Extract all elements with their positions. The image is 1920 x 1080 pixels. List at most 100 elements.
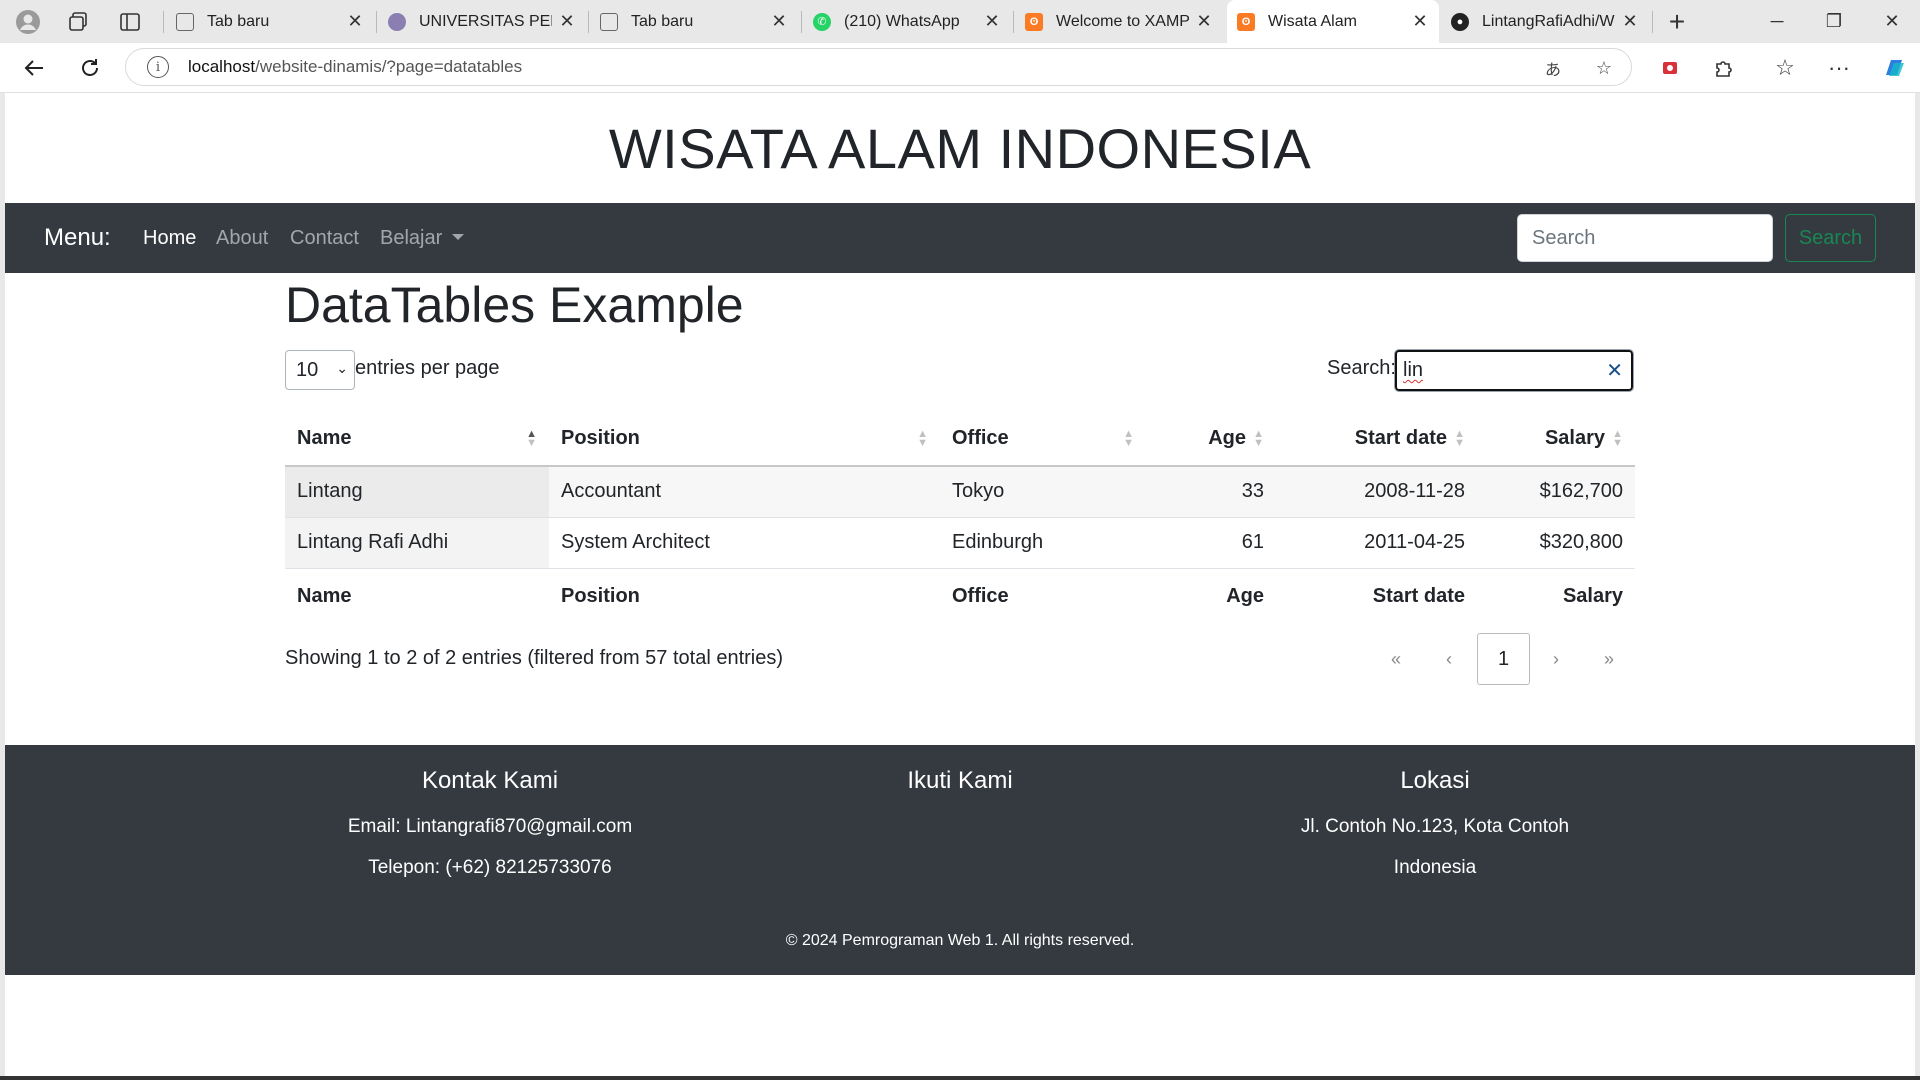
address-bar[interactable]: i localhost/website-dinamis/?page=datata… bbox=[125, 48, 1632, 86]
whatsapp-icon: ✆ bbox=[813, 12, 831, 31]
xampp-icon: ʘ bbox=[1237, 12, 1255, 31]
column-header-salary[interactable]: Salary ▲ ▼ bbox=[1477, 412, 1635, 466]
tab-title: LintangRafiAdhi/We bbox=[1482, 12, 1615, 30]
read-aloud-icon[interactable]: あ bbox=[1540, 55, 1566, 81]
sort-icon: ▲ ▼ bbox=[1123, 427, 1134, 449]
navbar-brand: Menu: bbox=[44, 224, 111, 251]
footer-phone: Telepon: (+62) 82125733076 bbox=[368, 857, 612, 878]
column-header-office[interactable]: Office ▲ ▼ bbox=[940, 412, 1146, 466]
column-header-age[interactable]: Age ▲ ▼ bbox=[1146, 412, 1276, 466]
close-window-icon[interactable]: ✕ bbox=[1864, 0, 1920, 43]
cell-start-date: 2011-04-25 bbox=[1364, 531, 1465, 553]
column-header-position[interactable]: Position ▲ ▼ bbox=[549, 412, 940, 466]
sort-icon: ▲ ▼ bbox=[1253, 427, 1264, 449]
footer-label-salary: Salary bbox=[1562, 585, 1623, 608]
close-tab-icon[interactable]: ✕ bbox=[1195, 11, 1213, 32]
footer-label-name: Name bbox=[297, 585, 352, 608]
footer-location: Lokasi Jl. Contoh No.123, Kota Contoh In… bbox=[1197, 745, 1673, 879]
browser-tab-active[interactable]: ʘ Wisata Alam ✕ bbox=[1227, 0, 1439, 43]
close-tab-icon[interactable]: ✕ bbox=[558, 11, 576, 32]
vertical-tabs-icon[interactable] bbox=[110, 8, 150, 36]
cell-name: Lintang bbox=[285, 466, 549, 517]
nav-dropdown-belajar[interactable]: Belajar bbox=[380, 203, 465, 273]
site-info-icon[interactable]: i bbox=[147, 56, 169, 78]
footer-label-office: Office bbox=[952, 585, 1009, 608]
workspaces-icon[interactable] bbox=[58, 8, 98, 36]
table-header-row: Name ▲ ▼ Position ▲ ▼ Office ▲ ▼ Age ▲ ▼ Start d… bbox=[285, 412, 1635, 466]
tab-title: Wisata Alam bbox=[1268, 12, 1357, 30]
column-header-name[interactable]: Name ▲ ▼ bbox=[285, 412, 549, 466]
university-icon bbox=[388, 12, 406, 31]
table-row: Lintang Accountant Tokyo 33 2008-11-28 $… bbox=[285, 466, 1635, 517]
entries-per-page-select[interactable]: 10 ⌄ bbox=[285, 350, 355, 390]
navbar-search-button[interactable]: Search bbox=[1785, 214, 1876, 262]
footer-label-position: Position bbox=[561, 585, 640, 608]
nav-link-contact[interactable]: Contact bbox=[290, 203, 359, 273]
browser-tab-5[interactable]: ʘ Welcome to XAMPP ✕ bbox=[1015, 0, 1223, 43]
pagination-last-button[interactable]: » bbox=[1588, 633, 1630, 685]
close-tab-icon[interactable]: ✕ bbox=[983, 11, 1001, 32]
footer-heading: Lokasi bbox=[1400, 767, 1470, 794]
close-tab-icon[interactable]: ✕ bbox=[1411, 11, 1429, 32]
footer-copyright: © 2024 Pemrograman Web 1. All rights res… bbox=[785, 932, 1135, 949]
browser-tab-7[interactable]: ● LintangRafiAdhi/We ✕ bbox=[1441, 0, 1649, 43]
footer-label-age: Age bbox=[1226, 585, 1264, 608]
footer-follow: Ikuti Kami bbox=[722, 745, 1198, 797]
browser-tab-strip: Tab baru ✕ UNIVERSITAS PELITA ✕ Tab baru… bbox=[0, 0, 1920, 43]
back-icon[interactable] bbox=[18, 52, 50, 84]
close-tab-icon[interactable]: ✕ bbox=[770, 11, 788, 32]
data-table: Name ▲ ▼ Position ▲ ▼ Office ▲ ▼ Age ▲ ▼ Start d… bbox=[285, 412, 1635, 625]
extension-icon[interactable] bbox=[1654, 52, 1686, 84]
cell-office: Edinburgh bbox=[952, 531, 1044, 553]
cell-name: Lintang Rafi Adhi bbox=[285, 517, 549, 568]
pagination-page-button[interactable]: 1 bbox=[1477, 633, 1530, 685]
browser-tab-2[interactable]: UNIVERSITAS PELITA ✕ bbox=[378, 0, 586, 43]
url-text[interactable]: localhost/website-dinamis/?page=datatabl… bbox=[188, 57, 522, 77]
cell-age: 61 bbox=[1241, 531, 1264, 553]
copilot-icon[interactable] bbox=[1878, 52, 1910, 84]
extensions-puzzle-icon[interactable] bbox=[1708, 52, 1740, 84]
close-tab-icon[interactable]: ✕ bbox=[346, 11, 364, 32]
pagination-next-button[interactable]: › bbox=[1535, 633, 1577, 685]
nav-dropdown-label: Belajar bbox=[380, 227, 443, 249]
favorites-icon[interactable]: ☆ bbox=[1769, 52, 1801, 84]
column-header-label: Start date bbox=[1354, 427, 1447, 449]
site-footer: Kontak Kami Email: Lintangrafi870@gmail.… bbox=[5, 745, 1915, 975]
nav-link-home[interactable]: Home bbox=[143, 203, 196, 273]
restore-icon[interactable]: ❐ bbox=[1806, 0, 1862, 43]
column-header-start-date[interactable]: Start date ▲ ▼ bbox=[1276, 412, 1477, 466]
window-edge bbox=[1915, 93, 1920, 1080]
footer-contact: Kontak Kami Email: Lintangrafi870@gmail.… bbox=[252, 745, 728, 879]
close-tab-icon[interactable]: ✕ bbox=[1621, 11, 1639, 32]
table-search-input[interactable]: lin ✕ bbox=[1394, 349, 1634, 392]
clear-search-icon[interactable]: ✕ bbox=[1606, 358, 1623, 383]
profile-icon[interactable] bbox=[8, 8, 48, 36]
navbar-search-input[interactable] bbox=[1517, 214, 1773, 262]
more-menu-icon[interactable]: ··· bbox=[1823, 52, 1855, 84]
new-tab-icon[interactable]: + bbox=[1657, 6, 1697, 37]
table-footer-row: Name Position Office Age Start date Sala… bbox=[285, 568, 1635, 625]
pagination-first-button[interactable]: « bbox=[1375, 633, 1417, 685]
minimize-icon[interactable]: ─ bbox=[1749, 0, 1805, 43]
browser-tab-1[interactable]: Tab baru ✕ bbox=[166, 0, 374, 43]
pagination-previous-button[interactable]: ‹ bbox=[1428, 633, 1470, 685]
column-header-label: Name bbox=[297, 427, 352, 449]
sort-icon: ▲ ▼ bbox=[1454, 427, 1465, 449]
column-header-label: Office bbox=[952, 427, 1009, 449]
tab-title: Welcome to XAMPP bbox=[1056, 12, 1189, 30]
datatable-heading: DataTables Example bbox=[285, 277, 744, 333]
column-header-label: Position bbox=[561, 427, 640, 449]
cell-salary: $162,700 bbox=[1539, 480, 1623, 503]
browser-tab-4[interactable]: ✆ (210) WhatsApp ✕ bbox=[803, 0, 1011, 43]
cell-start-date: 2008-11-28 bbox=[1364, 480, 1465, 503]
entries-per-page-label: entries per page bbox=[355, 357, 500, 379]
cell-office: Tokyo bbox=[952, 480, 1005, 503]
favorite-star-icon[interactable]: ☆ bbox=[1591, 55, 1617, 81]
sort-icon: ▲ ▼ bbox=[917, 427, 928, 449]
reload-icon[interactable] bbox=[74, 52, 106, 84]
window-bottom-edge bbox=[0, 1076, 1920, 1080]
browser-toolbar: i localhost/website-dinamis/?page=datata… bbox=[0, 43, 1920, 93]
browser-tab-3[interactable]: Tab baru ✕ bbox=[590, 0, 798, 43]
table-info: Showing 1 to 2 of 2 entries (filtered fr… bbox=[285, 647, 784, 669]
nav-link-about[interactable]: About bbox=[216, 203, 268, 273]
